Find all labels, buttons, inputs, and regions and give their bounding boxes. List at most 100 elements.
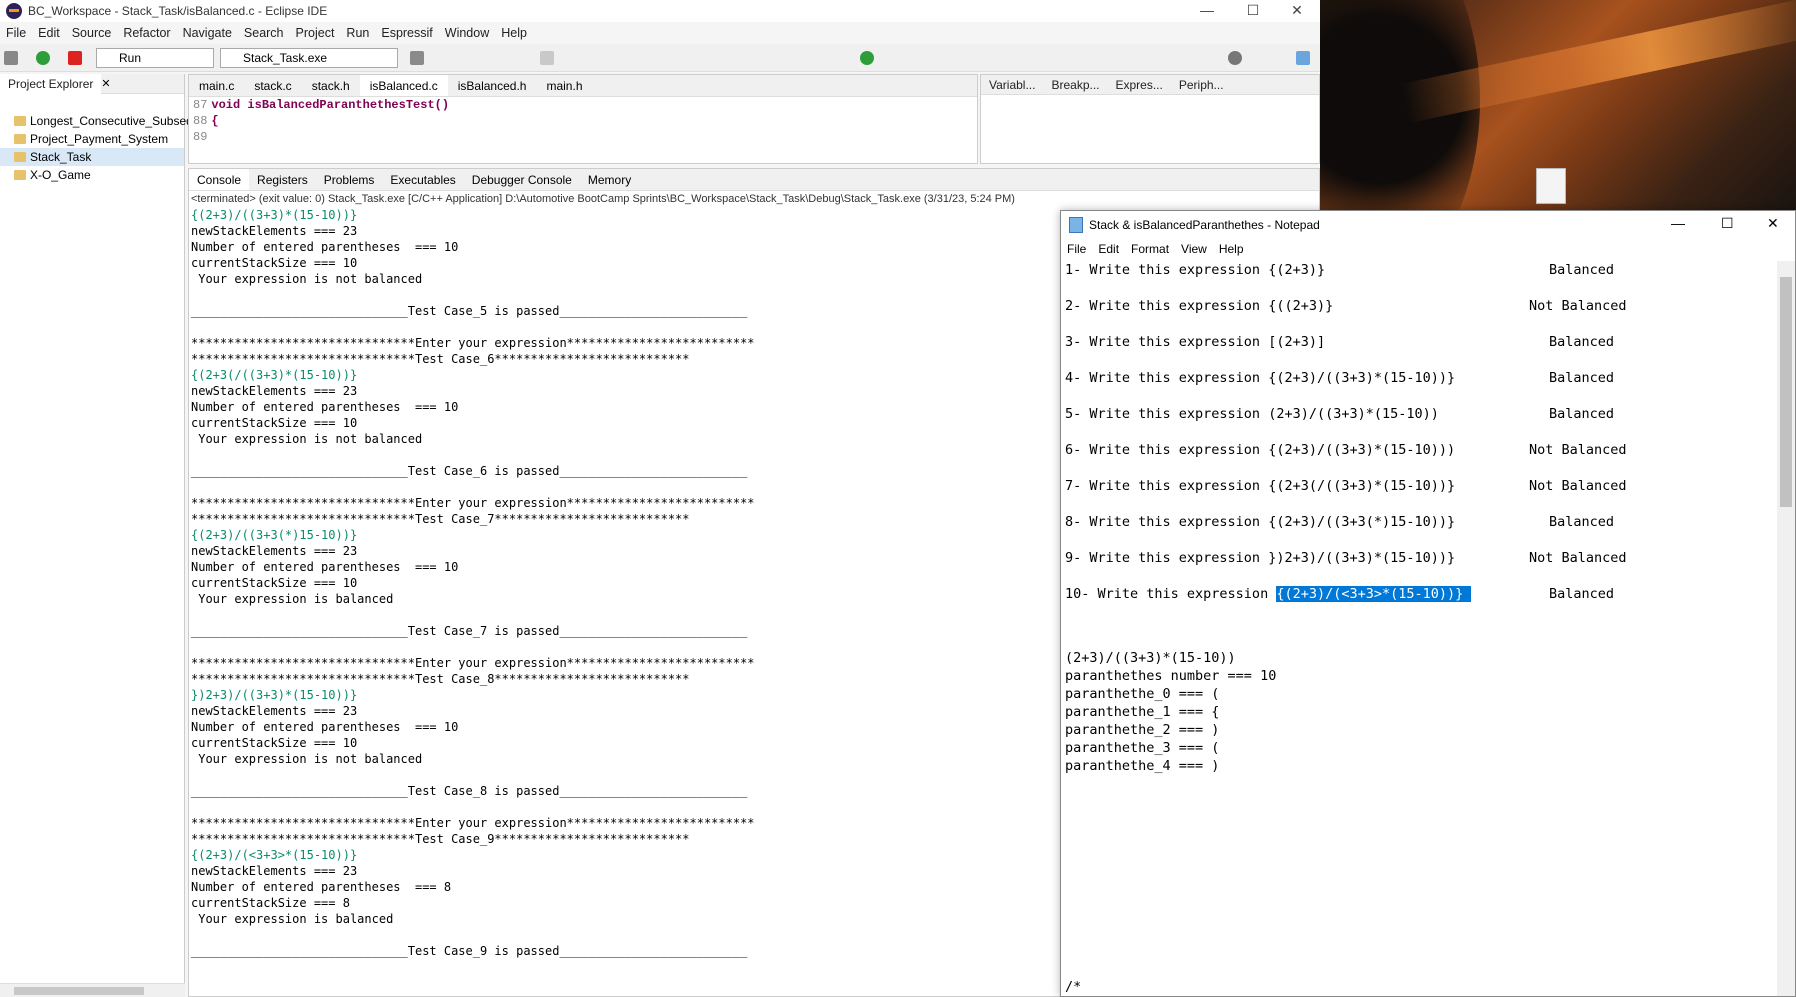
tab-project-explorer[interactable]: Project Explorer (0, 73, 102, 94)
close-icon[interactable]: ✕ (101, 77, 110, 90)
search-icon[interactable] (1228, 51, 1242, 65)
maximize-icon[interactable]: ☐ (1721, 215, 1734, 232)
folder-icon (14, 170, 26, 180)
editor-tab[interactable]: stack.c (244, 75, 301, 96)
menu-item[interactable]: Espressif (375, 26, 438, 40)
selected-expression: {(2+3)/(<3+3>*(15-10))} (1276, 586, 1472, 602)
code-line: 89 (193, 129, 977, 145)
console-tab[interactable]: Console (189, 169, 250, 190)
expression-text: 10- Write this expression (1065, 586, 1277, 602)
menu-item[interactable]: Help (495, 26, 533, 40)
menu-item[interactable]: Edit (32, 26, 66, 40)
perspective-icon[interactable] (1296, 51, 1310, 65)
debug-run-icon[interactable] (36, 51, 50, 65)
tool-icon[interactable] (410, 51, 424, 65)
menu-item[interactable]: Window (439, 26, 495, 40)
expression-text: 3- Write this expression [(2+3)] (1065, 334, 1326, 350)
project-explorer: Project Explorer ✕ Longest_Consecutive_Su… (0, 73, 193, 997)
maximize-icon[interactable]: ☐ (1230, 0, 1276, 22)
result-text: Balanced (1549, 406, 1615, 422)
run-icon[interactable] (860, 51, 874, 65)
console-tab[interactable]: Debugger Console (464, 169, 580, 190)
notepad-icon (1069, 217, 1083, 233)
notepad-window: Stack & isBalancedParanthethes - Notepad… (1060, 210, 1796, 997)
notepad-line: paranthethes number === 10 (1065, 668, 1277, 684)
folder-icon (14, 152, 26, 162)
editor-tab[interactable]: main.h (536, 75, 592, 96)
expression-text: 1- Write this expression {(2+3)} (1065, 262, 1326, 278)
code-text: void isBalancedParanthethesTest() (211, 98, 450, 112)
result-text: Balanced (1549, 262, 1615, 278)
tool-icon[interactable] (540, 51, 554, 65)
notepad-menu-item[interactable]: Edit (1092, 242, 1125, 256)
menu-item[interactable]: Source (66, 26, 118, 40)
eclipse-title: BC_Workspace - Stack_Task/isBalanced.c -… (28, 4, 328, 18)
notepad-line: 10- Write this expression {(2+3)/(<3+3>*… (1065, 585, 1775, 621)
code-text: { (211, 114, 219, 128)
notepad-line: /* (1065, 979, 1082, 995)
menu-item[interactable]: Search (238, 26, 290, 40)
menu-item[interactable]: Refactor (117, 26, 176, 40)
debug-view-tab[interactable]: Expres... (1108, 75, 1171, 95)
notepad-menu-item[interactable]: Format (1125, 242, 1175, 256)
project-item[interactable]: X-O_Game (0, 166, 184, 184)
notepad-menu-item[interactable]: Help (1213, 242, 1250, 256)
stop-icon[interactable] (68, 51, 82, 65)
expression-text: 4- Write this expression {(2+3)/((3+3)*(… (1065, 370, 1456, 386)
result-text: Not Balanced (1529, 550, 1627, 566)
project-item[interactable]: Project_Payment_System (0, 130, 184, 148)
folder-icon (14, 116, 26, 126)
debug-view-tab[interactable]: Variabl... (981, 75, 1043, 95)
notepad-titlebar: Stack & isBalancedParanthethes - Notepad… (1061, 211, 1795, 239)
minimize-icon[interactable]: — (1671, 215, 1685, 231)
close-icon[interactable]: ✕ (1767, 215, 1779, 232)
code-editor: main.c stack.c stack.h isBalanced.c isBalanc… (188, 74, 978, 164)
console-status: <terminated> (exit value: 0) Stack_Task.… (191, 193, 1015, 205)
line-number: 88 (193, 114, 208, 128)
expression-text: 9- Write this expression })2+3)/((3+3)*(… (1065, 550, 1456, 566)
close-icon[interactable]: ✕ (1274, 0, 1320, 22)
notepad-line: 5- Write this expression (2+3)/((3+3)*(1… (1065, 405, 1775, 441)
notepad-title: Stack & isBalancedParanthethes - Notepad (1089, 218, 1320, 232)
project-item[interactable]: Longest_Consecutive_Subseq (0, 112, 193, 130)
console-tab[interactable]: Memory (580, 169, 639, 190)
result-text: Balanced (1549, 586, 1615, 602)
editor-tab[interactable]: isBalanced.c (359, 75, 448, 96)
project-item[interactable]: Stack_Task (0, 148, 184, 166)
expression-text: 6- Write this expression {(2+3)/((3+3)*(… (1065, 442, 1456, 458)
project-item-label: Stack_Task (30, 150, 92, 164)
console-tab[interactable]: Executables (382, 169, 463, 190)
eclipse-toolbar: Run Stack_Task.exe (0, 44, 1320, 72)
menu-item[interactable]: Project (290, 26, 341, 40)
run-mode-select[interactable]: Run (96, 48, 214, 68)
editor-tab[interactable]: stack.h (302, 75, 360, 96)
notepad-line: 1- Write this expression {(2+3)} Balanced (1065, 261, 1775, 297)
debug-view-tab[interactable]: Breakp... (1043, 75, 1107, 95)
notepad-menu-item[interactable]: View (1175, 242, 1213, 256)
menu-item[interactable]: File (0, 26, 32, 40)
editor-tab[interactable]: isBalanced.h (448, 75, 537, 96)
launch-target-select[interactable]: Stack_Task.exe (220, 48, 398, 68)
result-text: Balanced (1549, 334, 1615, 350)
editor-tab[interactable]: main.c (189, 75, 244, 96)
expression-text: 5- Write this expression (2+3)/((3+3)*(1… (1065, 406, 1439, 422)
notepad-line: paranthethe_2 === ) (1065, 722, 1220, 738)
code-line: 87 void isBalancedParanthethesTest() (193, 97, 977, 113)
desktop-file-icon[interactable] (1536, 168, 1566, 204)
console-tab[interactable]: Registers (249, 169, 316, 190)
menu-item[interactable]: Run (340, 26, 375, 40)
eclipse-menubar: File Edit Source Refactor Navigate Search Proj… (0, 22, 1320, 44)
notepad-menu-item[interactable]: File (1061, 242, 1092, 256)
horizontal-scrollbar[interactable] (0, 983, 185, 997)
line-number: 87 (193, 98, 208, 112)
debug-view-tab[interactable]: Periph... (1171, 75, 1232, 95)
notepad-line: paranthethe_4 === ) (1065, 758, 1220, 774)
minimize-icon[interactable]: — (1184, 0, 1230, 22)
vertical-scrollbar[interactable] (1777, 261, 1795, 996)
build-icon[interactable] (4, 51, 18, 65)
notepad-text-area[interactable]: 1- Write this expression {(2+3)} Balanced… (1065, 261, 1775, 996)
eclipse-titlebar: BC_Workspace - Stack_Task/isBalanced.c -… (0, 0, 1320, 22)
expression-text: 2- Write this expression {((2+3)} (1065, 298, 1334, 314)
menu-item[interactable]: Navigate (177, 26, 238, 40)
console-tab[interactable]: Problems (316, 169, 383, 190)
